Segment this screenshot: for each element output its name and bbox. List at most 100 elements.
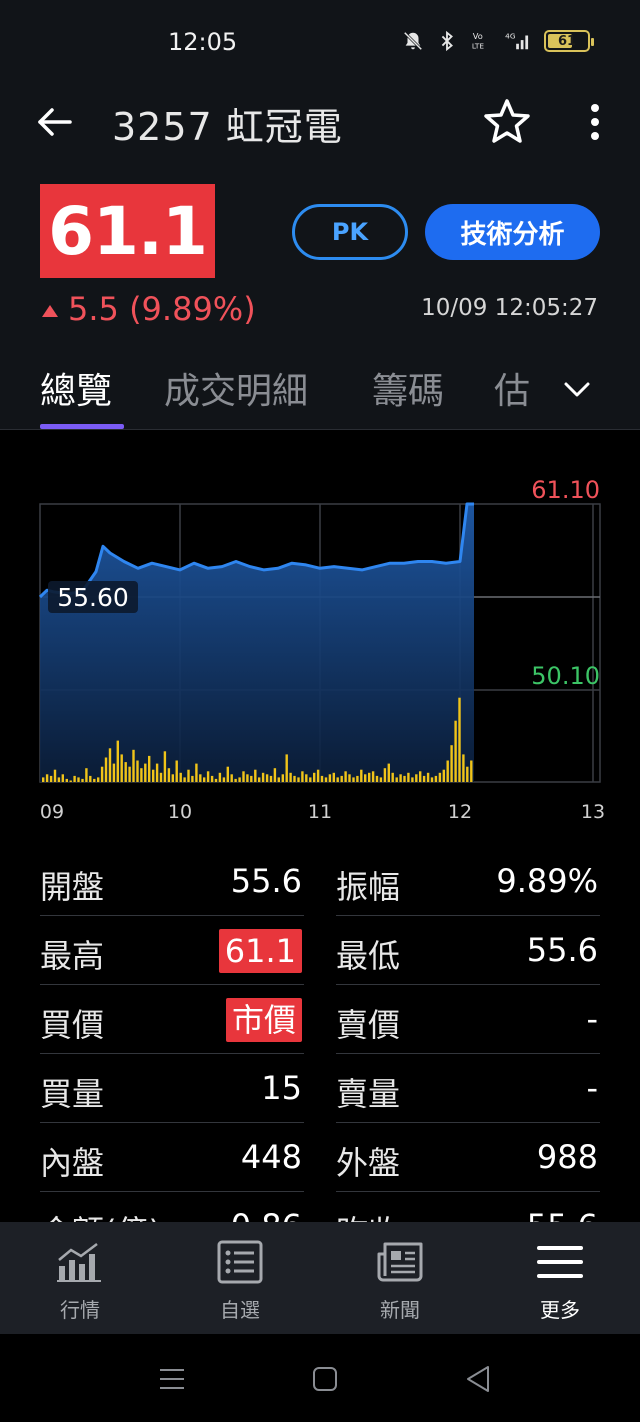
nav-news[interactable]: 新聞 xyxy=(320,1222,480,1334)
volume-bar xyxy=(458,697,461,782)
nav-watchlist[interactable]: 自選 xyxy=(160,1222,320,1334)
more-options-icon[interactable] xyxy=(580,98,610,146)
volume-bar xyxy=(265,774,269,782)
quote-cell: 金額(億) 0.86 xyxy=(40,1195,304,1222)
volume-bar xyxy=(332,772,335,782)
upper-limit-label: 61.10 xyxy=(531,476,600,504)
back-triangle-icon[interactable] xyxy=(460,1362,496,1396)
volume-bar xyxy=(305,774,308,782)
tab-bar: 總覽 成交明細 籌碼 估 xyxy=(0,362,640,430)
quote-value: - xyxy=(586,1069,598,1107)
volume-bar xyxy=(371,771,375,782)
volume-bar xyxy=(206,771,210,782)
volume-bar xyxy=(438,772,442,782)
chevron-down-icon[interactable] xyxy=(560,372,594,406)
battery-level: 61 xyxy=(557,33,577,49)
volume-bar xyxy=(395,777,398,782)
last-price-box: 61.1 xyxy=(40,184,215,278)
volume-bar xyxy=(124,762,127,782)
status-bar: 12:05 Vo LTE 4G 61 xyxy=(0,0,640,84)
volume-bar xyxy=(301,771,304,782)
quote-label: 最高 xyxy=(40,937,105,975)
volume-bar xyxy=(93,778,96,782)
status-icons: Vo LTE 4G 61 xyxy=(402,30,594,52)
bluetooth-icon xyxy=(441,30,453,52)
tab-chips[interactable]: 籌碼 xyxy=(372,362,444,414)
volume-bar xyxy=(226,766,229,782)
volume-bar xyxy=(214,778,218,782)
volume-bar xyxy=(462,754,465,782)
volume-bar xyxy=(309,777,312,782)
x-tick-label: 10 xyxy=(168,801,192,823)
tab-trade-details[interactable]: 成交明細 xyxy=(164,362,308,414)
volume-bar xyxy=(470,760,473,782)
tab-valuation[interactable]: 估 xyxy=(494,362,530,414)
volume-bar xyxy=(426,772,430,782)
back-arrow-icon[interactable] xyxy=(32,100,76,144)
volume-bar xyxy=(53,769,57,782)
volume-bar xyxy=(69,780,72,782)
volume-bar xyxy=(199,774,202,782)
quote-cell: 買價 市價 xyxy=(40,988,304,1054)
quote-timestamp: 10/09 12:05:27 xyxy=(421,295,598,321)
volume-bar xyxy=(356,775,359,782)
quote-cell: 賣價 - xyxy=(336,988,600,1054)
volume-bar xyxy=(391,772,394,782)
volume-bar xyxy=(203,777,206,782)
volume-bar xyxy=(285,754,288,782)
chart-icon xyxy=(57,1243,101,1282)
volume-bar xyxy=(434,775,438,782)
volume-bar xyxy=(368,772,371,782)
quote-label: 昨收 xyxy=(336,1207,400,1222)
signal-icon: 4G xyxy=(505,31,529,50)
volume-bar xyxy=(61,774,64,782)
x-tick-label: 12 xyxy=(448,801,472,823)
quote-cell: 外盤 988 xyxy=(336,1126,600,1192)
volume-bar xyxy=(195,763,198,782)
volume-bar xyxy=(187,769,190,782)
pk-button[interactable]: PK xyxy=(292,204,408,260)
technical-analysis-button[interactable]: 技術分析 xyxy=(425,204,600,260)
volume-bar xyxy=(403,775,406,782)
volume-bar xyxy=(281,774,284,782)
tab-overview[interactable]: 總覽 xyxy=(40,362,112,414)
quote-table: 開盤 55.6 振幅 9.89% 最高 61.1 最低 55.6 買價 市價 賣… xyxy=(40,850,600,1222)
quote-value: 448 xyxy=(240,1138,302,1176)
quote-label: 最低 xyxy=(336,937,401,975)
volume-bar xyxy=(140,768,143,782)
nav-label: 更多 xyxy=(540,1298,580,1322)
quote-row: 金額(億) 0.86 昨收 55.6 xyxy=(40,1195,600,1222)
x-tick-label: 11 xyxy=(308,801,332,823)
quote-cell: 賣量 - xyxy=(336,1057,600,1123)
quote-value: 9.89% xyxy=(496,862,598,900)
volume-bar xyxy=(446,760,449,782)
page-title: 3257 虹冠電 xyxy=(112,105,343,149)
volume-bar xyxy=(238,777,241,782)
home-icon[interactable] xyxy=(307,1362,343,1396)
volume-bar xyxy=(152,769,155,782)
nav-market[interactable]: 行情 xyxy=(0,1222,160,1334)
price-area xyxy=(40,504,474,782)
volume-bar xyxy=(148,755,151,782)
quote-label: 賣價 xyxy=(336,1006,401,1044)
volume-bar xyxy=(167,768,171,782)
star-icon[interactable] xyxy=(482,96,532,146)
volume-bar xyxy=(120,754,123,782)
volume-bar xyxy=(273,768,277,782)
quote-value-high: 61.1 xyxy=(218,929,302,973)
quote-row: 最高 61.1 最低 55.6 xyxy=(40,919,600,988)
volume-bar xyxy=(415,774,418,782)
volume-bar xyxy=(45,774,49,782)
recent-apps-icon[interactable] xyxy=(154,1362,190,1396)
quote-value: 55.6 xyxy=(230,862,302,900)
volume-bar xyxy=(450,745,453,782)
volume-bar xyxy=(128,766,131,782)
volume-bar xyxy=(144,763,147,782)
nav-more[interactable]: 更多 xyxy=(480,1222,640,1334)
nav-label: 自選 xyxy=(220,1298,260,1322)
volume-bar xyxy=(387,763,390,782)
volume-bar xyxy=(340,775,343,782)
quote-label: 開盤 xyxy=(40,868,105,906)
volume-bar xyxy=(97,777,100,782)
quote-value: 988 xyxy=(536,1138,598,1176)
